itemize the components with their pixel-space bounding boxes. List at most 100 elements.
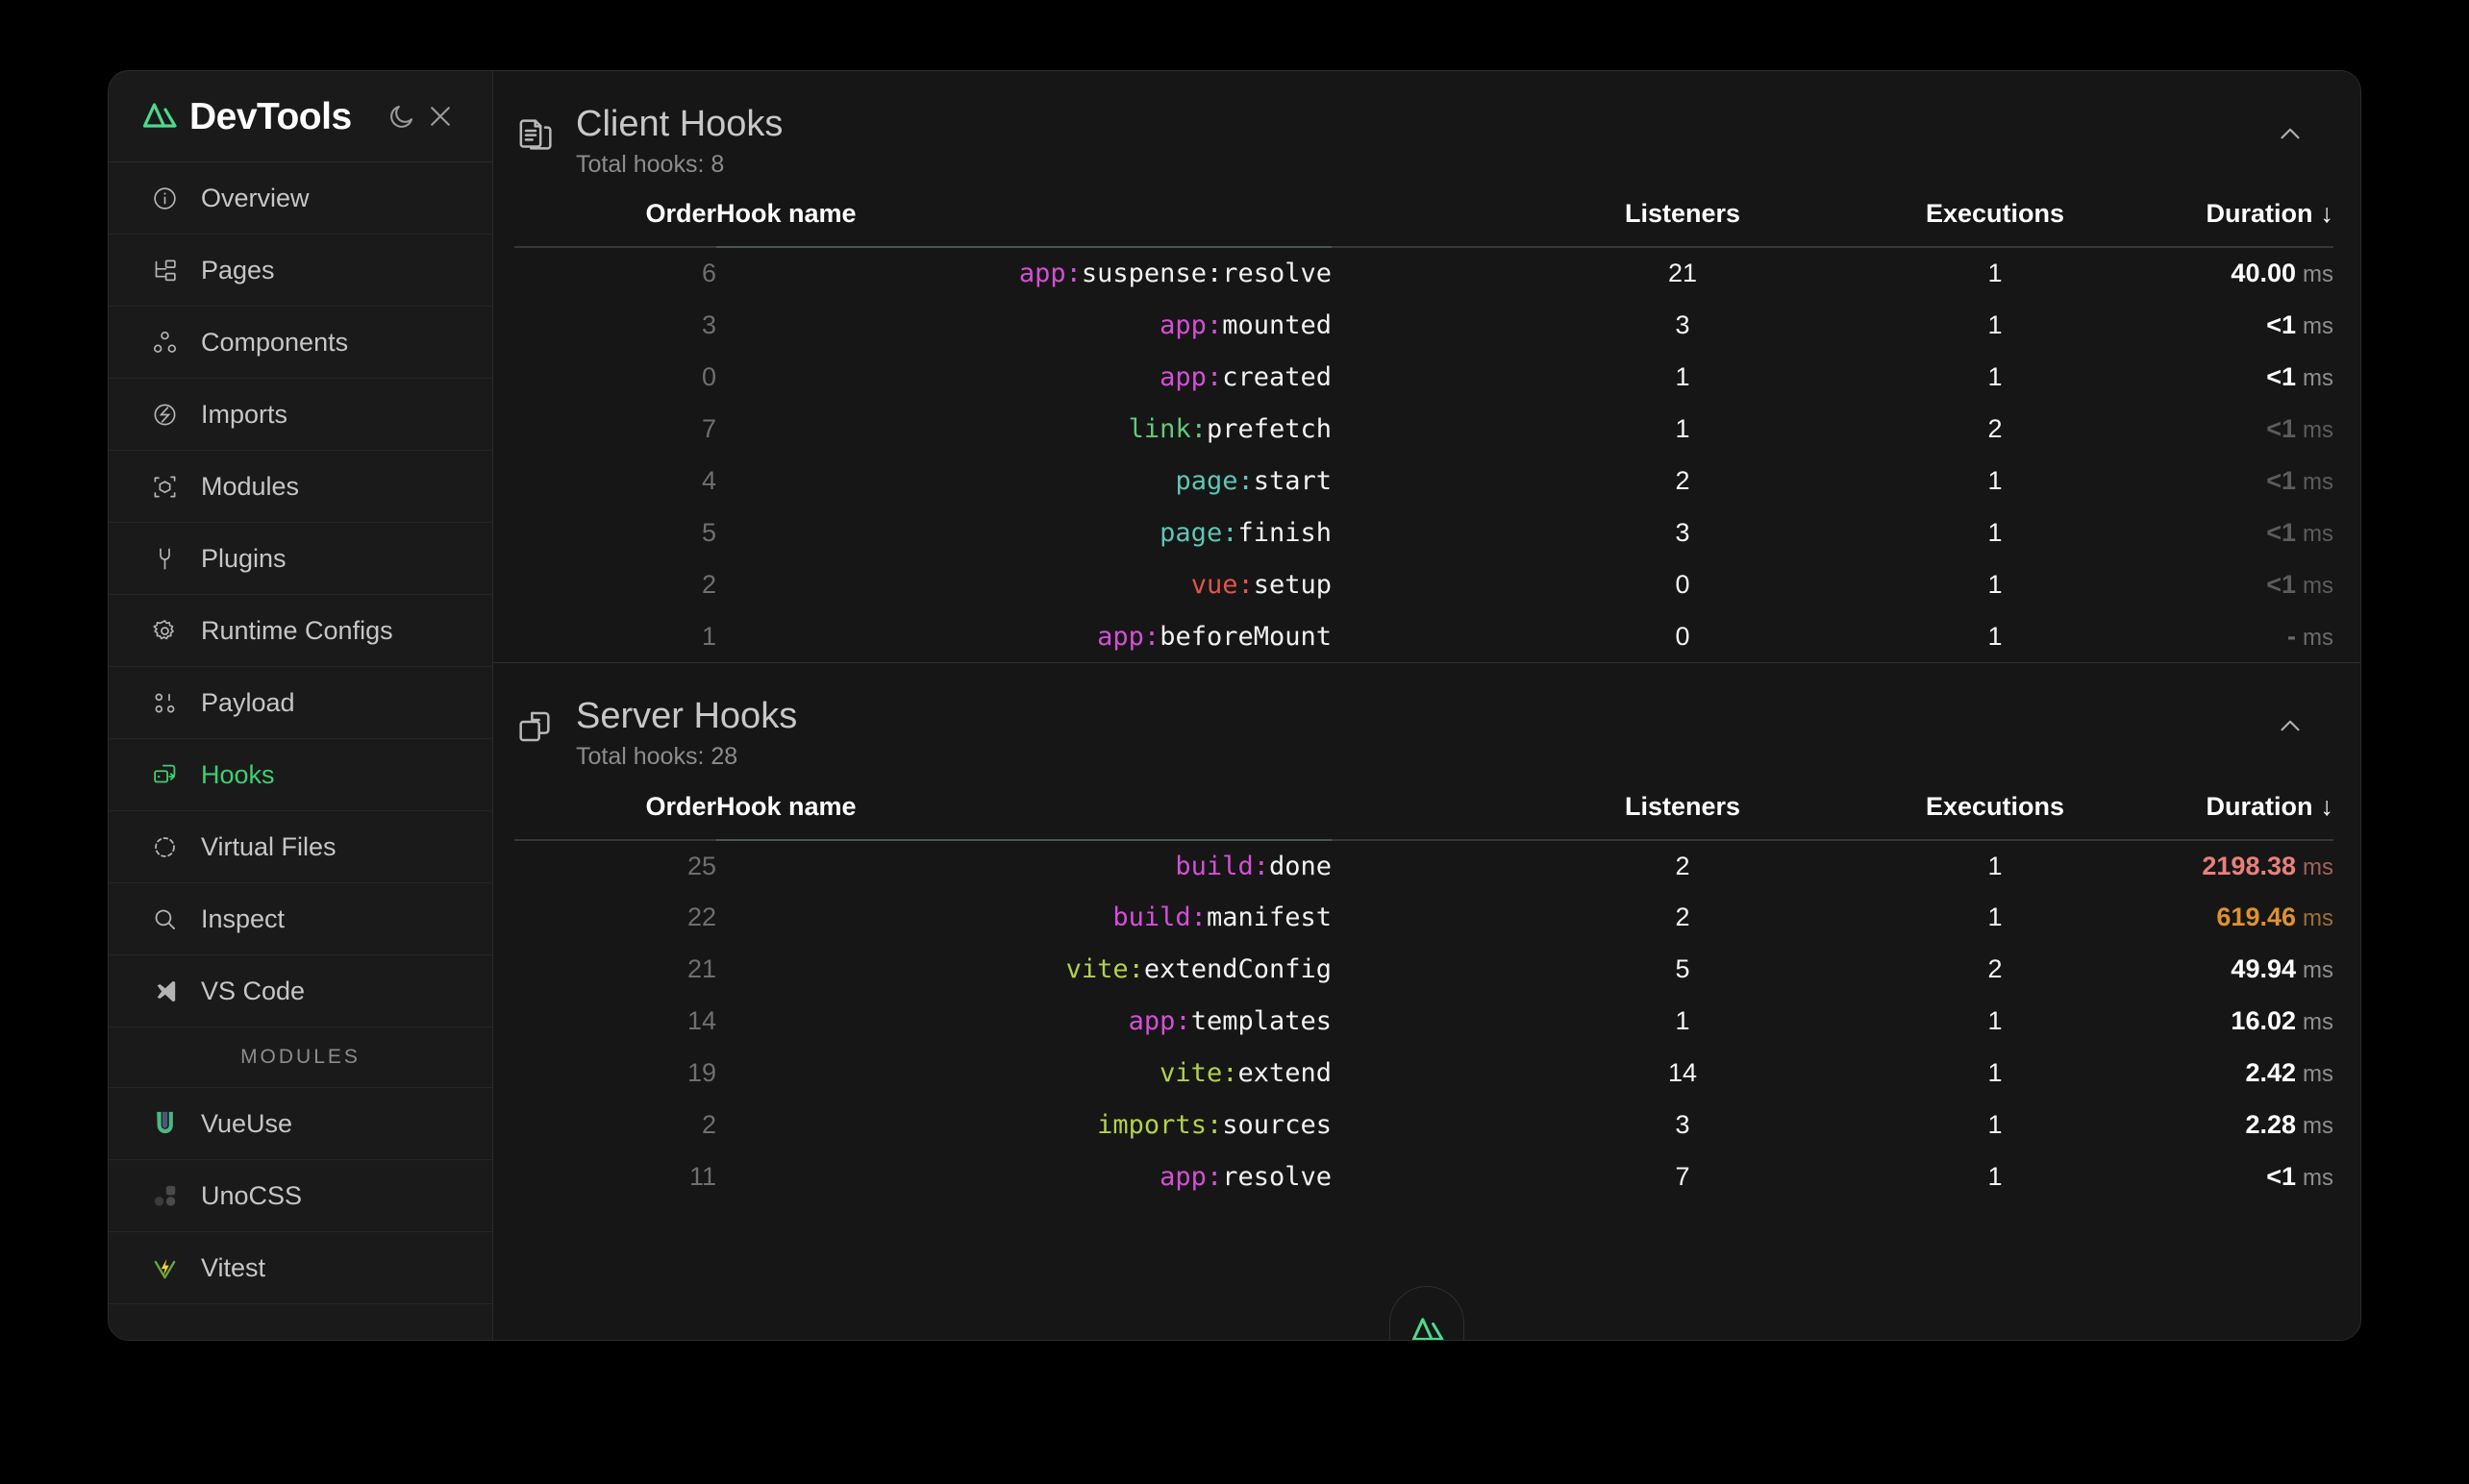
table-row[interactable]: 4 page:start 2 1 <1 ms — [514, 455, 2333, 507]
client-hooks-header: Client Hooks Total hooks: 8 — [493, 71, 2360, 199]
duration-unit: ms — [2303, 853, 2333, 880]
table-row[interactable]: 7 link:prefetch 1 2 <1 ms — [514, 403, 2333, 455]
server-hooks-body: 25 build:done 2 1 2198.38 ms 22 build:manifest 2… — [514, 840, 2333, 1203]
duration-value: <1 — [2266, 517, 2296, 547]
cube-icon — [149, 471, 180, 502]
cell-spacer — [1332, 299, 1524, 351]
hook-prefix: vite: — [1065, 954, 1144, 985]
column-header-listeners[interactable]: Listeners — [1524, 791, 1841, 841]
sidebar-item-modules[interactable]: Modules — [109, 451, 492, 523]
sidebar-item-runtime-configs[interactable]: Runtime Configs — [109, 595, 492, 667]
hook-name-text: created — [1222, 361, 1332, 392]
column-header-hook-name[interactable]: Hook name — [716, 791, 1332, 841]
cell-hook-name: link:prefetch — [716, 403, 1332, 455]
cell-hook-name: vite:extendConfig — [716, 944, 1332, 996]
duration-unit: ms — [2303, 1009, 2333, 1036]
sidebar-module-vueuse[interactable]: VueUse — [109, 1088, 492, 1160]
sidebar-item-plugins[interactable]: Plugins — [109, 523, 492, 595]
table-row[interactable]: 6 app:suspense:resolve 21 1 40.00 ms — [514, 247, 2333, 299]
table-row[interactable]: 25 build:done 2 1 2198.38 ms — [514, 840, 2333, 892]
hook-prefix: app: — [1097, 621, 1160, 652]
cell-executions: 2 — [1987, 413, 2003, 443]
main-content: Client Hooks Total hooks: 8 Order Hook n… — [493, 71, 2360, 1340]
table-row[interactable]: 14 app:templates 1 1 16.02 ms — [514, 996, 2333, 1048]
unocss-icon — [149, 1180, 180, 1211]
chevron-up-icon[interactable] — [2268, 704, 2312, 748]
column-header-duration[interactable]: Duration ↓ — [2149, 199, 2334, 249]
sidebar-item-overview[interactable]: Overview — [109, 162, 492, 235]
brand-title: DevTools — [189, 95, 352, 137]
nuxt-badge-button[interactable] — [1389, 1286, 1464, 1340]
sidebar-item-vs-code[interactable]: VS Code — [109, 955, 492, 1027]
table-header-row: Order Hook name Listeners Executions Dur… — [514, 199, 2334, 249]
table-row[interactable]: 19 vite:extend 14 1 2.42 ms — [514, 1048, 2333, 1100]
magnet-icon — [149, 399, 180, 430]
section-title: Server Hooks — [576, 696, 798, 737]
column-header-listeners[interactable]: Listeners — [1524, 199, 1841, 249]
table-row[interactable]: 2 vue:setup 0 1 <1 ms — [514, 558, 2333, 610]
sidebar-item-label: Components — [201, 327, 349, 357]
cell-duration: 2198.38 ms — [2149, 840, 2333, 892]
sidebar: DevTools Overview Pages Components Impor… — [109, 71, 493, 1340]
table-row[interactable]: 2 imports:sources 3 1 2.28 ms — [514, 1100, 2333, 1151]
cell-hook-name: app:templates — [716, 996, 1332, 1048]
column-header-order[interactable]: Order — [514, 199, 716, 249]
duration-value: 16.02 — [2231, 1006, 2296, 1036]
table-row[interactable]: 11 app:resolve 7 1 <1 ms — [514, 1151, 2333, 1203]
hook-name-text: templates — [1190, 1006, 1332, 1037]
sidebar-item-label: Inspect — [201, 903, 286, 933]
column-header-order[interactable]: Order — [514, 791, 716, 841]
table-row[interactable]: 22 build:manifest 2 1 619.46 ms — [514, 892, 2333, 944]
cell-hook-name: vite:extend — [716, 1048, 1332, 1100]
vueuse-icon — [149, 1108, 180, 1139]
duration-unit: ms — [2303, 364, 2333, 391]
sidebar-item-payload[interactable]: Payload — [109, 667, 492, 739]
sidebar-item-imports[interactable]: Imports — [109, 379, 492, 451]
brand[interactable]: DevTools — [137, 98, 383, 136]
hooks-icon — [149, 759, 180, 790]
hook-prefix: app: — [1160, 361, 1223, 392]
column-header-duration[interactable]: Duration ↓ — [2149, 791, 2333, 841]
table-row[interactable]: 21 vite:extendConfig 5 2 49.94 ms — [514, 944, 2333, 996]
cell-order: 2 — [701, 569, 716, 599]
cell-duration: <1 ms — [2149, 351, 2333, 403]
table-row[interactable]: 5 page:finish 3 1 <1 ms — [514, 507, 2333, 558]
hook-prefix: vite: — [1160, 1058, 1238, 1089]
duration-value: 2198.38 — [2202, 851, 2296, 880]
cell-hook-name: app:beforeMount — [716, 610, 1332, 662]
sidebar-item-components[interactable]: Components — [109, 307, 492, 379]
column-header-executions[interactable]: Executions — [1841, 791, 2149, 841]
server-hooks-icon — [514, 705, 557, 748]
sidebar-item-label: VS Code — [201, 976, 306, 1005]
cell-executions: 1 — [1987, 1162, 2003, 1192]
close-icon[interactable] — [421, 97, 460, 136]
table-row[interactable]: 1 app:beforeMount 0 1- ms — [514, 610, 2333, 662]
sidebar-item-label: Pages — [201, 255, 275, 284]
hook-name-text: extendConfig — [1143, 954, 1332, 985]
sidebar-item-inspect[interactable]: Inspect — [109, 883, 492, 955]
sidebar-module-vitest[interactable]: Vitest — [109, 1232, 492, 1304]
chevron-up-icon[interactable] — [2268, 111, 2312, 156]
sidebar-item-pages[interactable]: Pages — [109, 235, 492, 307]
cell-spacer — [1332, 996, 1524, 1048]
sidebar-item-label: Virtual Files — [201, 831, 337, 861]
column-header-hook-name[interactable]: Hook name — [716, 199, 1332, 249]
cell-order: 5 — [701, 517, 716, 547]
duration-unit: ms — [2303, 624, 2333, 651]
duration-value: <1 — [2266, 361, 2296, 391]
client-hooks-section: Client Hooks Total hooks: 8 Order Hook n… — [493, 71, 2360, 662]
sidebar-item-hooks[interactable]: Hooks — [109, 739, 492, 811]
cell-listeners: 7 — [1675, 1162, 1690, 1192]
hook-prefix: vue: — [1190, 569, 1254, 600]
table-row[interactable]: 0 app:created 1 1 <1 ms — [514, 351, 2333, 403]
sort-arrow-icon: ↓ — [2320, 199, 2334, 229]
sidebar-item-virtual-files[interactable]: Virtual Files — [109, 811, 492, 883]
duration-unit: ms — [2303, 905, 2333, 932]
cell-executions: 1 — [1987, 851, 2003, 880]
duration-value: <1 — [2266, 413, 2296, 443]
column-header-executions[interactable]: Executions — [1841, 199, 2149, 249]
sidebar-module-unocss[interactable]: UnoCSS — [109, 1160, 492, 1232]
moon-icon[interactable] — [383, 97, 421, 136]
table-row[interactable]: 3 app:mounted 3 1 <1 ms — [514, 299, 2333, 351]
cell-listeners: 2 — [1675, 465, 1690, 495]
